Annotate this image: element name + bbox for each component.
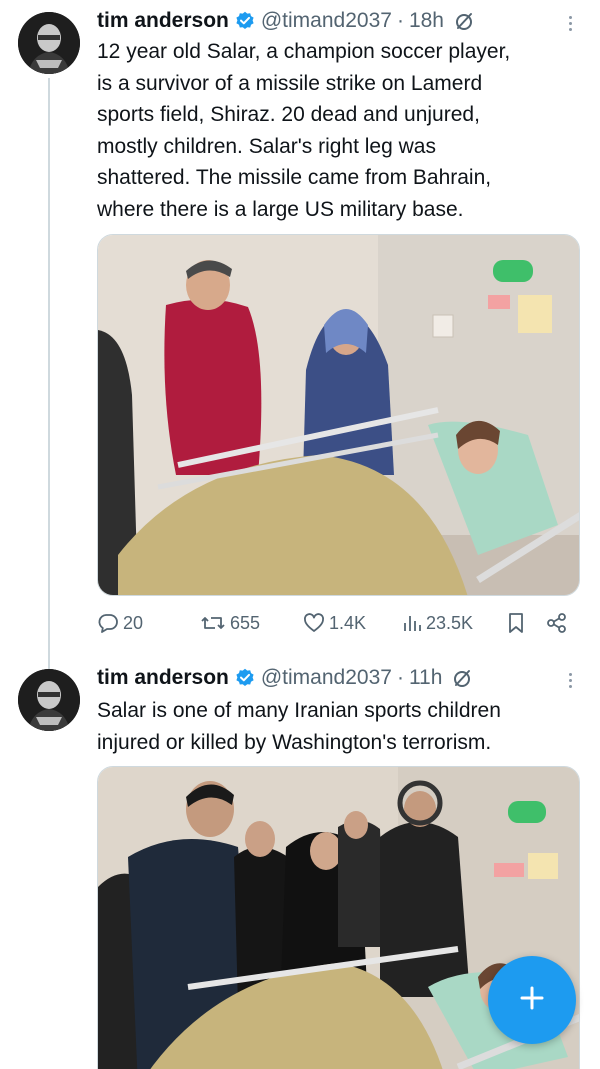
text-line: sports field, Shiraz. 20 dead and unjure… <box>97 103 480 126</box>
avatar[interactable] <box>18 669 80 731</box>
repost-count: 655 <box>230 612 261 633</box>
reply-bubble-icon <box>97 612 119 634</box>
author-handle[interactable]: @timand2037 <box>261 9 392 33</box>
tweet-text: 12 year old Salar, a champion soccer pla… <box>97 36 577 225</box>
tweet-1[interactable]: tim anderson @timand2037 · 18h 12 year o… <box>0 0 600 650</box>
repost-button[interactable]: 655 <box>200 612 260 634</box>
text-line: injured or killed by Washington's terror… <box>97 730 492 754</box>
author-name[interactable]: tim anderson <box>97 9 229 33</box>
avatar[interactable] <box>18 12 80 74</box>
text-line: shattered. The missile came from Bahrain… <box>97 166 492 189</box>
circle-slash-icon <box>454 11 474 31</box>
verified-badge-icon <box>235 11 255 31</box>
share-icon[interactable] <box>546 612 568 634</box>
views-button[interactable]: 23.5K <box>402 612 473 634</box>
like-count: 1.4K <box>329 612 367 633</box>
more-vertical-icon[interactable] <box>560 668 580 692</box>
tweet-header: tim anderson @timand2037 · 11h <box>97 663 472 693</box>
tweet-text: Salar is one of many Iranian sports chil… <box>97 695 577 758</box>
tweet-photo[interactable] <box>97 234 580 596</box>
bookmark-icon[interactable] <box>507 612 525 634</box>
text-line: is a survivor of a missile strike on Lam… <box>97 71 483 95</box>
author-handle[interactable]: @timand2037 <box>261 666 392 690</box>
circle-slash-icon <box>452 668 472 688</box>
text-line: Salar is one of many Iranian sports chil… <box>97 699 501 722</box>
compose-button[interactable] <box>488 956 576 1044</box>
repost-arrows-icon <box>200 612 226 634</box>
text-line: where there is a large US military base. <box>97 197 464 221</box>
bar-chart-icon <box>402 612 422 634</box>
timestamp[interactable]: 18h <box>409 9 444 33</box>
text-line: 12 year old Salar, a champion soccer pla… <box>97 40 511 63</box>
reply-button[interactable]: 20 <box>97 612 143 634</box>
more-vertical-icon[interactable] <box>560 11 580 35</box>
reply-count: 20 <box>123 612 144 633</box>
author-name[interactable]: tim anderson <box>97 666 229 690</box>
plus-icon <box>517 983 547 1018</box>
separator-dot: · <box>396 666 404 689</box>
timestamp[interactable]: 11h <box>409 666 442 690</box>
verified-badge-icon <box>235 668 255 688</box>
views-count: 23.5K <box>426 612 474 633</box>
heart-icon <box>303 612 325 634</box>
tweet-actions: 20 655 1.4K 23.5K <box>97 612 580 638</box>
text-line: mostly children. Salar's right leg was <box>97 134 436 158</box>
separator-dot: · <box>396 9 404 32</box>
tweet-header: tim anderson @timand2037 · 18h <box>97 6 474 36</box>
like-button[interactable]: 1.4K <box>303 612 366 634</box>
